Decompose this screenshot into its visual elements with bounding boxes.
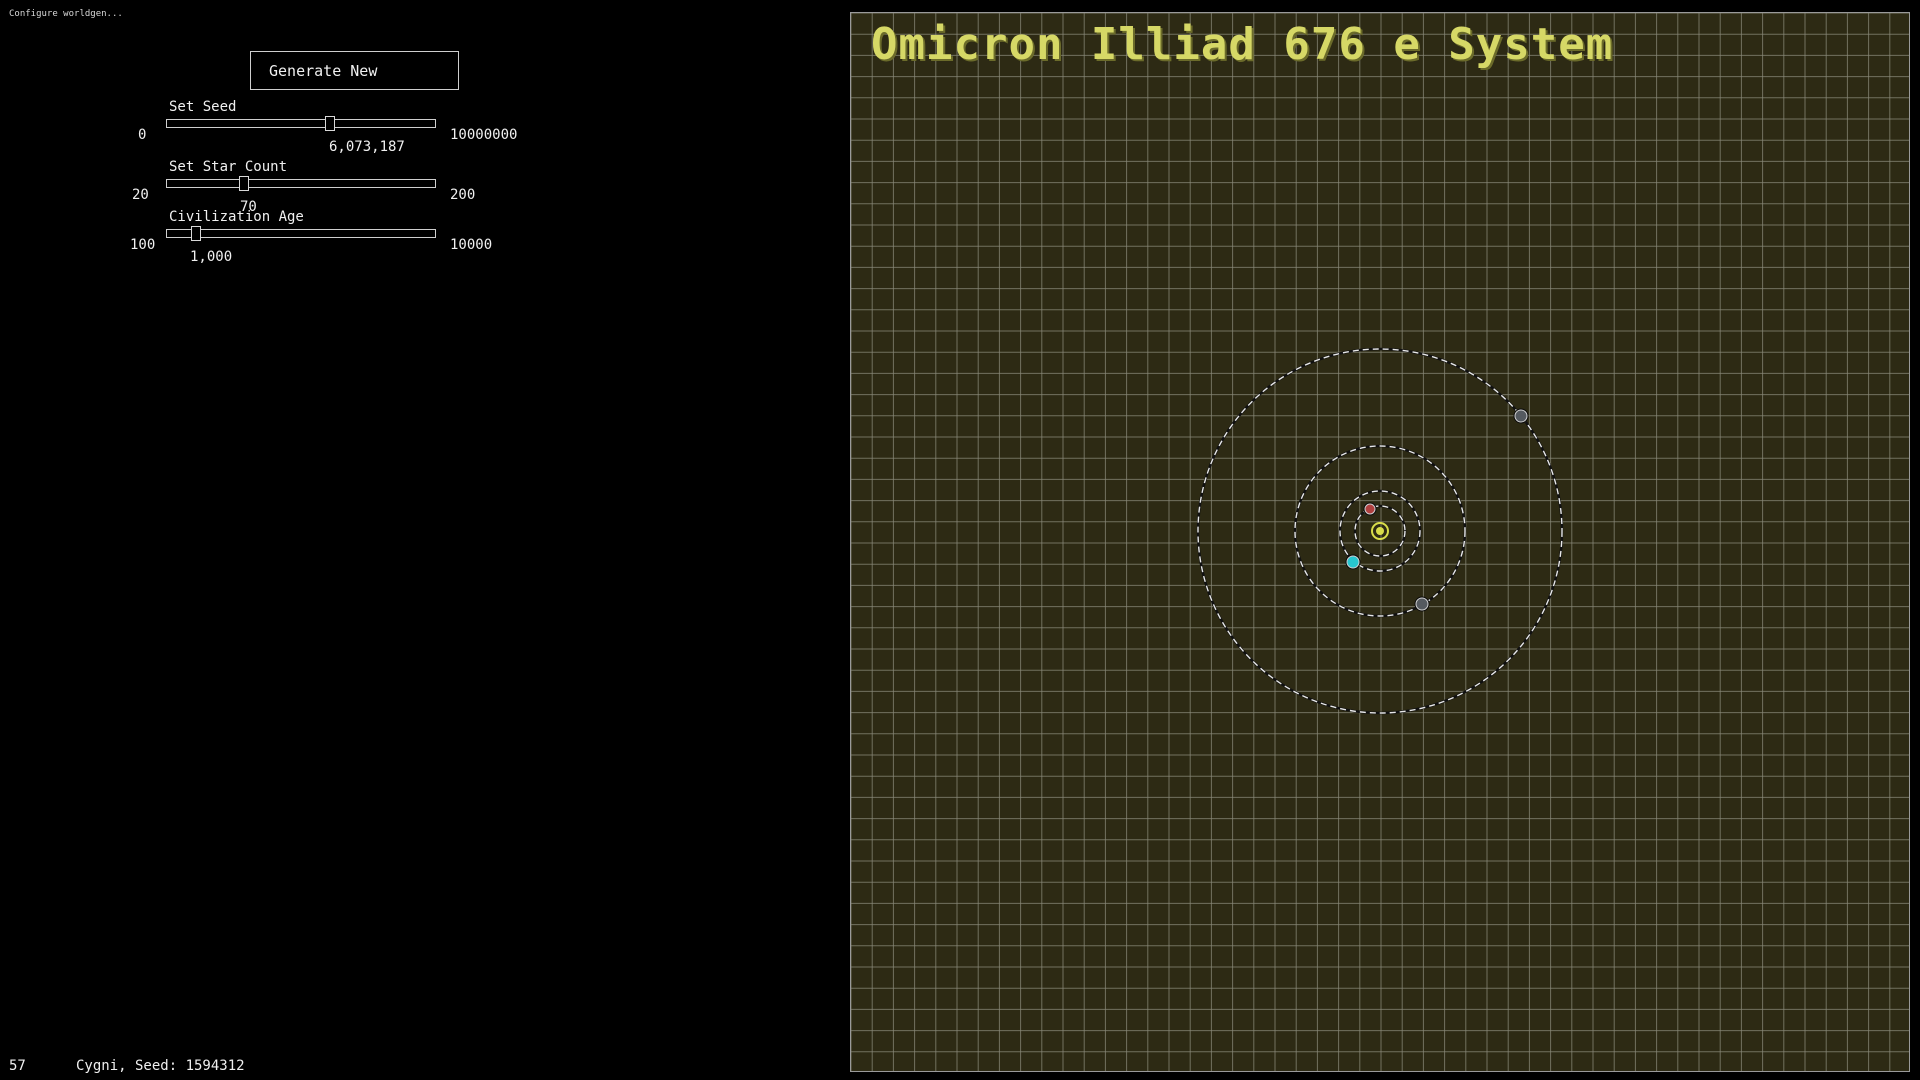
star-count-slider-max: 200 bbox=[450, 187, 476, 203]
civ-age-slider-min: 100 bbox=[130, 237, 156, 253]
seed-slider-min: 0 bbox=[138, 127, 147, 143]
map-background bbox=[851, 13, 1909, 1071]
civ-age-slider-max: 10000 bbox=[450, 237, 493, 253]
system-map[interactable]: Omicron Illiad 676 e System bbox=[850, 12, 1910, 1072]
galaxy-info: Cygni, Seed: 1594312 bbox=[76, 1058, 245, 1074]
worldgen-panel: Generate New Set Seed 0 10000000 6,073,1… bbox=[0, 0, 680, 300]
seed-slider-label: Set Seed bbox=[169, 99, 237, 115]
star-count-slider-thumb[interactable] bbox=[239, 176, 249, 191]
planet-gray-outer-icon bbox=[1514, 409, 1528, 423]
seed-slider-value: 6,073,187 bbox=[329, 139, 405, 155]
seed-slider[interactable] bbox=[166, 116, 436, 131]
system-map-canvas[interactable] bbox=[851, 13, 1909, 1071]
generate-new-button[interactable]: Generate New bbox=[250, 51, 459, 90]
star-core-icon bbox=[1376, 527, 1384, 535]
star-count-slider-min: 20 bbox=[132, 187, 149, 203]
star-count-slider-label: Set Star Count bbox=[169, 159, 288, 175]
civ-age-slider-value: 1,000 bbox=[190, 249, 233, 265]
seed-slider-thumb[interactable] bbox=[325, 116, 335, 131]
planet-gray-inner-icon bbox=[1415, 597, 1429, 611]
star-count-slider[interactable] bbox=[166, 176, 436, 191]
system-title: Omicron Illiad 676 e System bbox=[871, 19, 1614, 70]
civ-age-slider[interactable] bbox=[166, 226, 436, 241]
civ-age-slider-thumb[interactable] bbox=[191, 226, 201, 241]
planet-red-icon bbox=[1364, 503, 1376, 515]
app-root: Configure worldgen... Generate New Set S… bbox=[0, 0, 1920, 1080]
fps-counter: 57 bbox=[9, 1058, 26, 1074]
civ-age-slider-label: Civilization Age bbox=[169, 209, 304, 225]
seed-slider-max: 10000000 bbox=[450, 127, 518, 143]
planet-cyan-icon bbox=[1346, 555, 1360, 569]
